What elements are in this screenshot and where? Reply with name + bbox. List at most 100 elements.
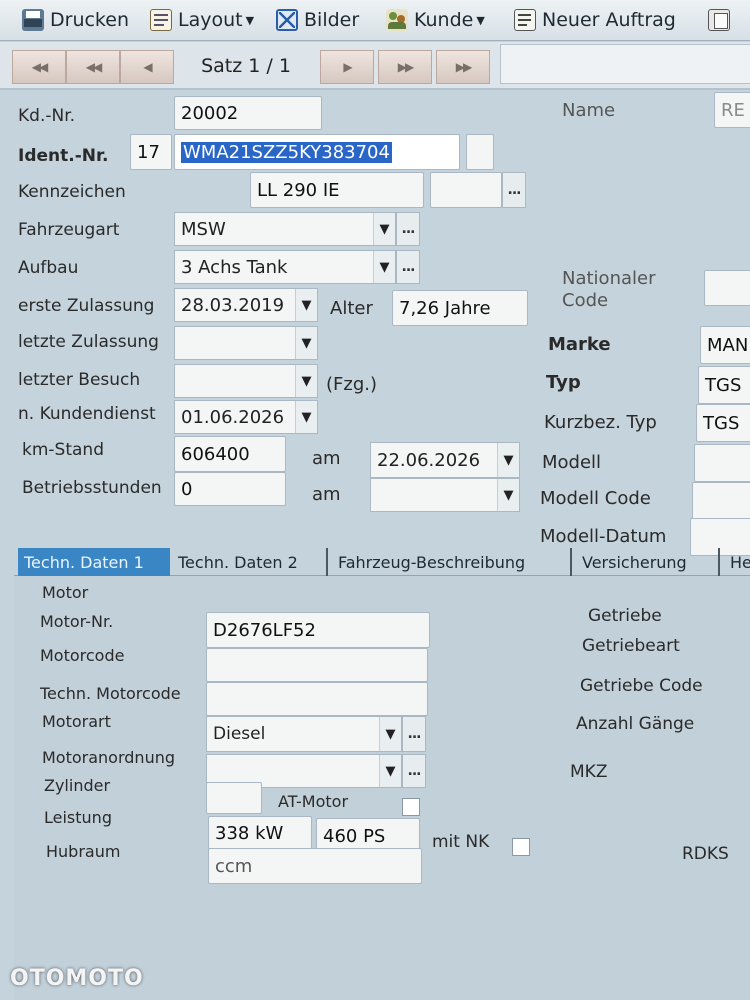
ellipsis-icon: ... xyxy=(401,259,416,275)
first-record-button[interactable]: ◀◀ xyxy=(12,50,66,84)
next-page-button[interactable]: ▶▶ xyxy=(378,50,432,84)
chevron-down-icon[interactable]: ▼ xyxy=(379,755,401,787)
mit-nk-checkbox[interactable] xyxy=(512,838,530,856)
kennzeichen-field[interactable]: LL 290 IE xyxy=(250,172,424,208)
chevron-down-icon[interactable]: ▼ xyxy=(497,443,519,477)
motor-section-label: Motor xyxy=(42,583,89,602)
motoranordnung-lookup-button[interactable]: ... xyxy=(402,754,426,788)
letzter-besuch-picker[interactable]: ▼ xyxy=(174,364,318,398)
previous-page-button[interactable]: ◀◀ xyxy=(66,50,120,84)
fahrzeugart-select[interactable]: MSW ▼ xyxy=(174,212,396,246)
letzte-zulassung-picker[interactable]: ▼ xyxy=(174,326,318,360)
tab-techn-daten-1[interactable]: Techn. Daten 1 xyxy=(18,548,170,576)
ellipsis-icon: ... xyxy=(407,726,422,742)
hubraum-field[interactable]: ccm xyxy=(208,848,422,884)
leistung-kw-field[interactable]: 338 kW xyxy=(208,816,312,850)
techn-motorcode-label: Techn. Motorcode xyxy=(40,684,181,703)
tab-techn-daten-2[interactable]: Techn. Daten 2 xyxy=(172,548,328,576)
km-date-picker[interactable]: 22.06.2026 ▼ xyxy=(370,442,520,478)
techn-motorcode-field[interactable] xyxy=(206,682,428,716)
betriebsstunden-date-picker[interactable]: ▼ xyxy=(370,478,520,512)
kennzeichen-extra-field[interactable] xyxy=(430,172,502,208)
kdnr-field[interactable]: 20002 xyxy=(174,96,322,130)
aufbau-label: Aufbau xyxy=(18,258,79,278)
kurzbez-typ-label: Kurzbez. Typ xyxy=(544,412,657,433)
aufbau-select[interactable]: 3 Achs Tank ▼ xyxy=(174,250,396,284)
kmstand-label: km-Stand xyxy=(22,440,104,460)
zylinder-label: Zylinder xyxy=(44,776,111,795)
chevron-down-icon[interactable]: ▼ xyxy=(379,717,401,751)
kundendienst-picker[interactable]: 01.06.2026 ▼ xyxy=(174,400,318,434)
name-label: Name xyxy=(562,100,616,121)
motorart-value: Diesel xyxy=(213,724,266,744)
print-button[interactable]: Drucken xyxy=(22,6,129,34)
chevron-down-icon: ▼ xyxy=(476,13,485,27)
previous-record-button[interactable]: ◀ xyxy=(120,50,174,84)
images-button[interactable]: Bilder xyxy=(276,6,359,34)
tab-fahrzeug-beschreibung[interactable]: Fahrzeug-Beschreibung xyxy=(332,548,572,576)
modell-datum-label: Modell-Datum xyxy=(540,526,667,547)
kundendienst-value: 01.06.2026 xyxy=(181,407,285,428)
ident-label: Ident.-Nr. xyxy=(18,146,109,166)
motorart-select[interactable]: Diesel ▼ xyxy=(206,716,402,752)
alter-label: Alter xyxy=(330,298,373,319)
chevron-down-icon: ▼ xyxy=(245,13,255,27)
mit-nk-label: mit NK xyxy=(432,832,490,852)
nationaler-code-label-1: Nationaler xyxy=(562,268,656,289)
nationaler-code-label-2: Code xyxy=(562,290,609,311)
ident-length-field: 17 xyxy=(130,134,172,170)
next-record-button[interactable]: ▶ xyxy=(320,50,374,84)
customer-icon xyxy=(386,9,408,31)
printer-icon xyxy=(22,9,44,31)
zylinder-field[interactable] xyxy=(206,782,262,814)
motorart-lookup-button[interactable]: ... xyxy=(402,716,426,752)
anzahl-gaenge-label: Anzahl Gänge xyxy=(576,714,695,734)
modell-code-label: Modell Code xyxy=(540,488,651,509)
letzte-zulassung-label: letzte Zulassung xyxy=(18,332,159,352)
name-field[interactable]: RE xyxy=(714,92,750,128)
kennzeichen-lookup-button[interactable]: ... xyxy=(502,172,526,208)
motor-nr-field[interactable]: D2676LF52 xyxy=(206,612,430,648)
nationaler-code-field[interactable] xyxy=(704,270,750,306)
vin-value: WMA21SZZ5KY383704 xyxy=(181,141,392,163)
chevron-down-icon[interactable]: ▼ xyxy=(373,213,395,245)
chevron-down-icon[interactable]: ▼ xyxy=(497,479,519,511)
ellipsis-icon: ... xyxy=(407,763,422,779)
marke-field[interactable]: MAN xyxy=(700,326,750,364)
ellipsis-icon: ... xyxy=(401,221,416,237)
aufbau-lookup-button[interactable]: ... xyxy=(396,250,420,284)
modell-field[interactable] xyxy=(694,444,750,482)
erste-zulassung-picker[interactable]: 28.03.2019 ▼ xyxy=(174,288,318,322)
alter-field: 7,26 Jahre xyxy=(392,290,528,326)
kmstand-field[interactable]: 606400 xyxy=(174,436,286,472)
fahrzeugart-lookup-button[interactable]: ... xyxy=(396,212,420,246)
last-record-button[interactable]: ▶▶ xyxy=(436,50,490,84)
betriebsstunden-label: Betriebsstunden xyxy=(22,478,162,498)
chevron-down-icon[interactable]: ▼ xyxy=(295,365,317,397)
at-motor-label: AT-Motor xyxy=(278,792,349,811)
km-am-label: am xyxy=(312,448,341,469)
letzter-besuch-label: letzter Besuch xyxy=(18,370,141,390)
modell-code-field[interactable] xyxy=(692,482,750,520)
betriebsstunden-am-label: am xyxy=(312,484,341,505)
vin-extra-field[interactable] xyxy=(466,134,494,170)
tab-versicherung[interactable]: Versicherung xyxy=(576,548,720,576)
chevron-down-icon[interactable]: ▼ xyxy=(295,289,317,321)
copy-button[interactable] xyxy=(708,6,730,34)
tab-more[interactable]: He xyxy=(724,548,750,576)
rdks-label: RDKS xyxy=(682,844,729,864)
chevron-down-icon[interactable]: ▼ xyxy=(295,401,317,433)
new-order-button[interactable]: Neuer Auftrag xyxy=(514,6,676,34)
watermark-logo: OTOMOTO xyxy=(10,966,144,991)
at-motor-checkbox[interactable] xyxy=(402,798,420,816)
layout-button[interactable]: Layout ▼ xyxy=(150,6,254,34)
kurzbez-typ-field[interactable]: TGS xyxy=(696,404,750,442)
chevron-down-icon[interactable]: ▼ xyxy=(295,327,317,359)
betriebsstunden-field[interactable]: 0 xyxy=(174,472,286,506)
chevron-down-icon[interactable]: ▼ xyxy=(373,251,395,283)
motorcode-field[interactable] xyxy=(206,648,428,682)
customer-button[interactable]: Kunde ▼ xyxy=(386,6,485,34)
typ-field[interactable]: TGS xyxy=(698,366,750,404)
motorcode-label: Motorcode xyxy=(40,646,125,665)
vin-field[interactable]: WMA21SZZ5KY383704 xyxy=(174,134,460,170)
